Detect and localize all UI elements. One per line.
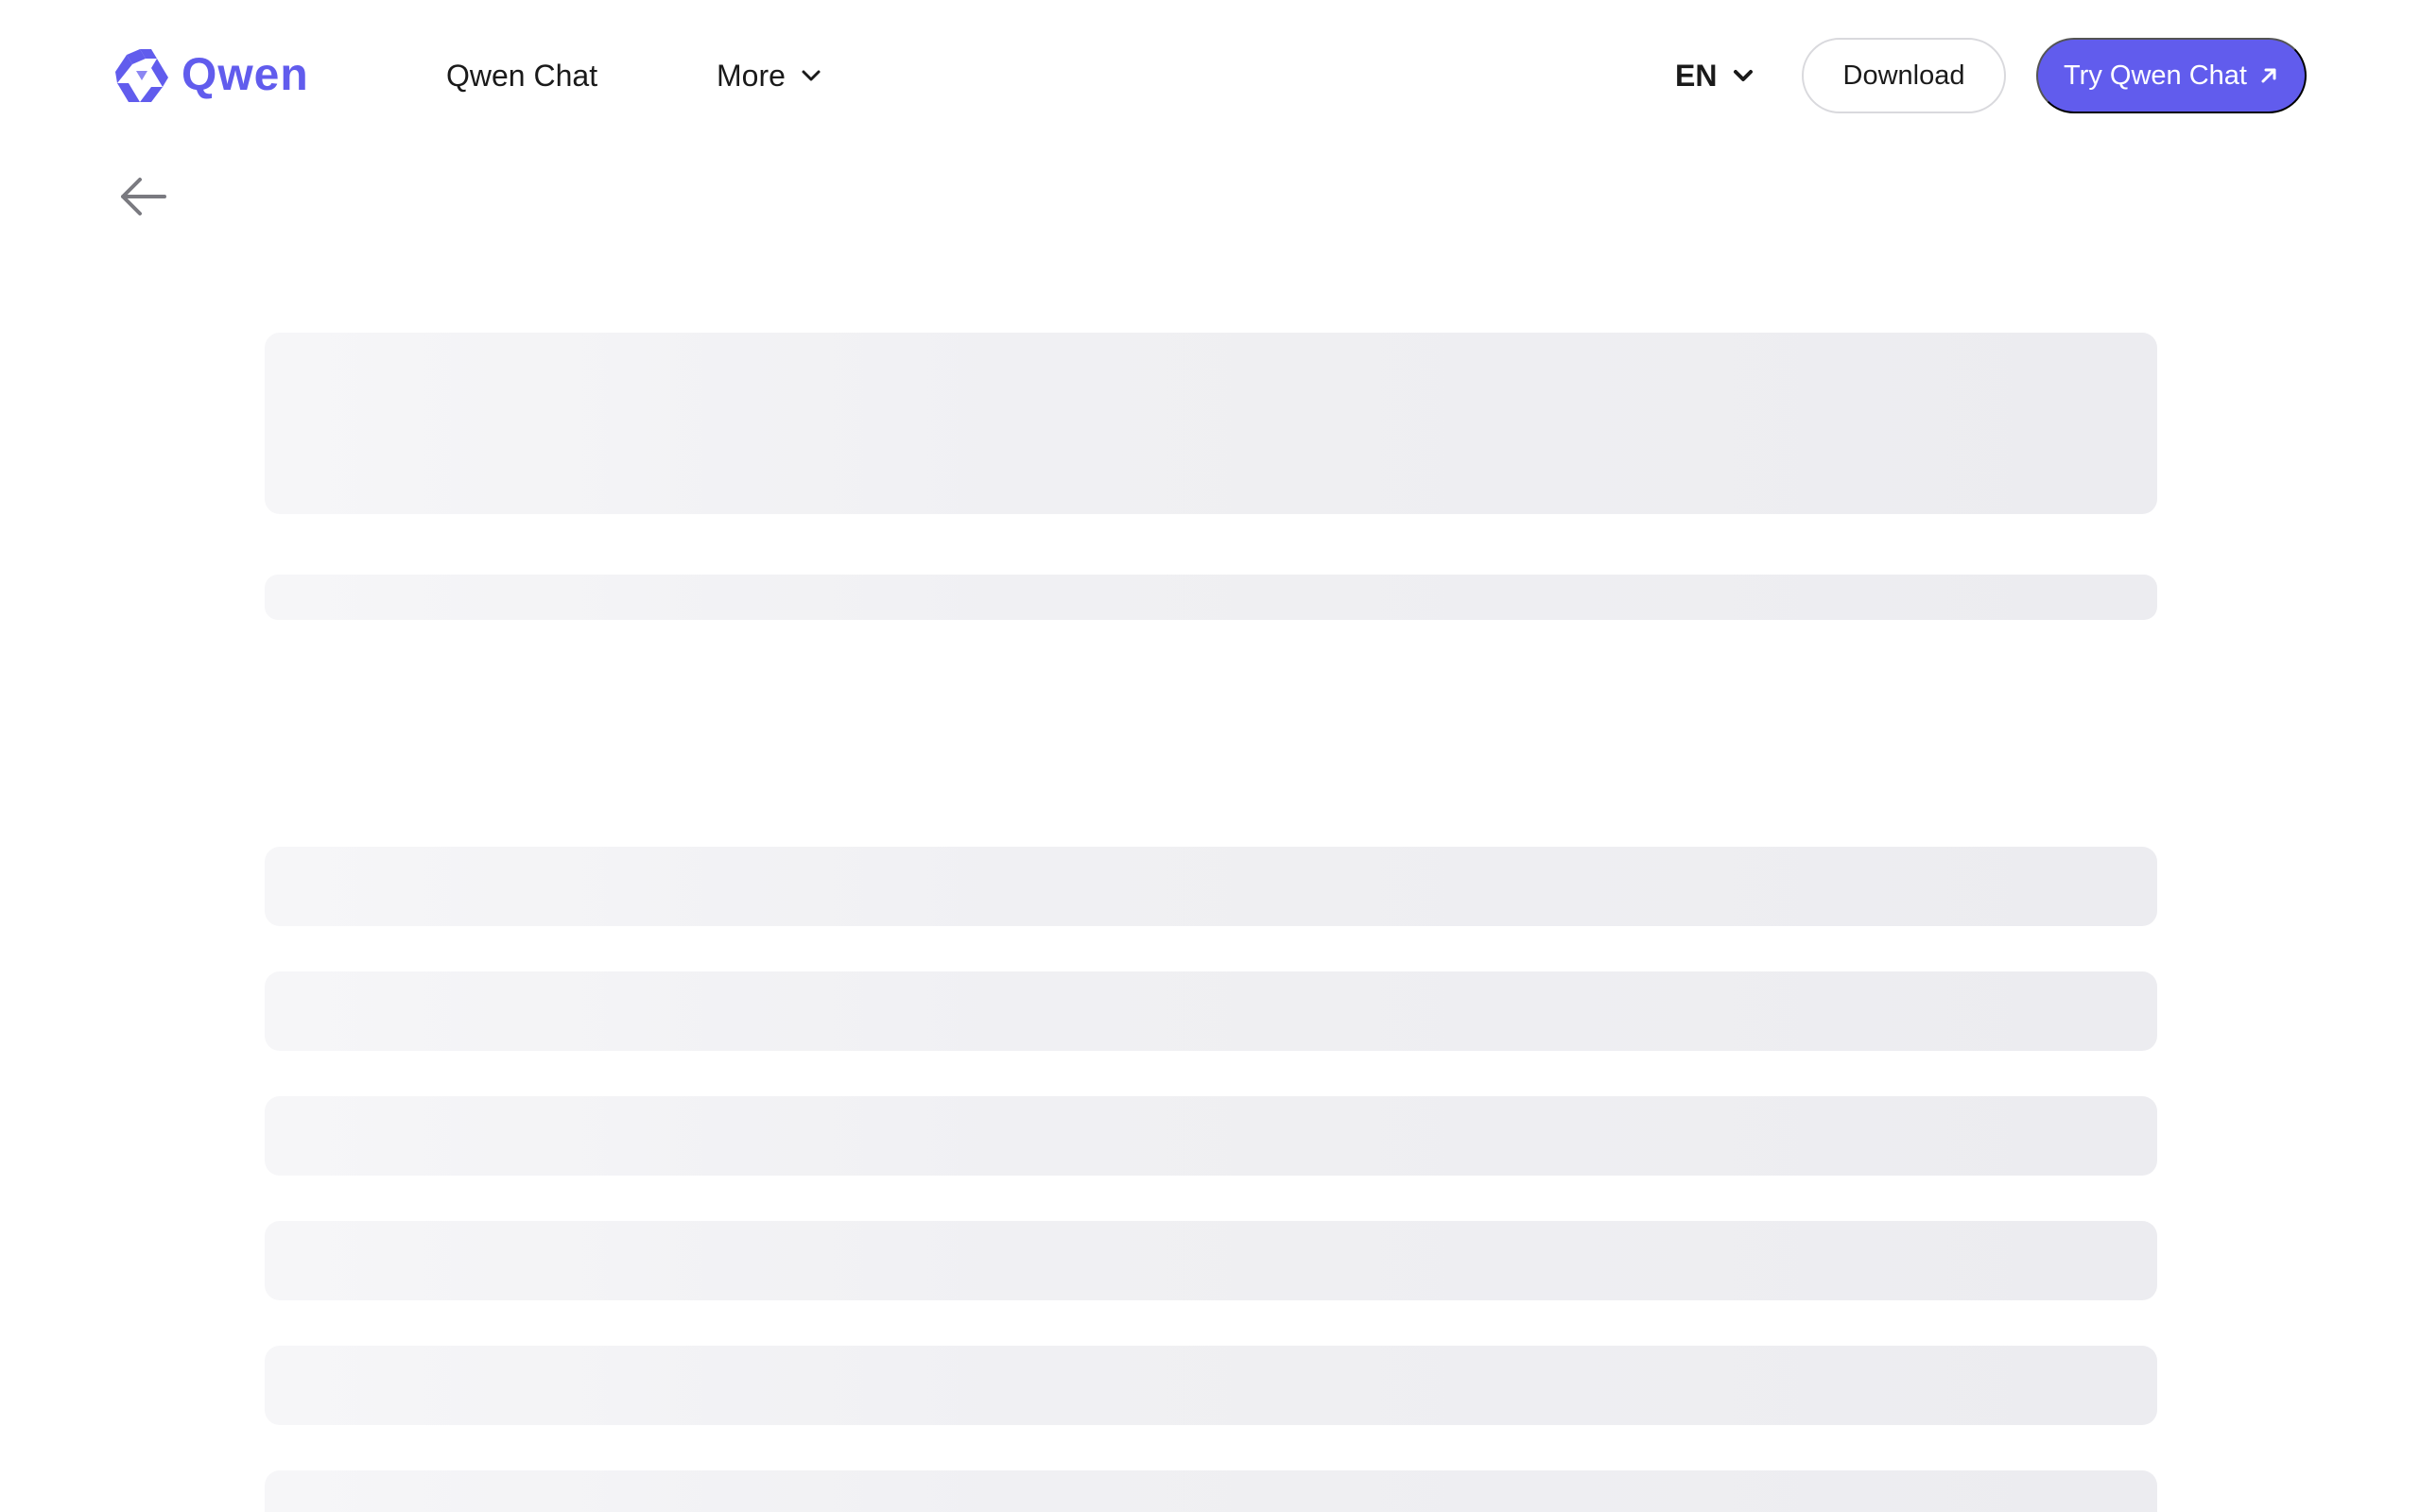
back-button[interactable] xyxy=(117,170,170,223)
language-label: EN xyxy=(1675,58,1718,93)
chevron-down-icon xyxy=(1734,70,1754,81)
qwen-logo[interactable]: Qwen xyxy=(112,45,309,106)
skeleton-line xyxy=(265,1346,2157,1425)
nav-qwen-chat-label: Qwen Chat xyxy=(446,58,598,93)
skeleton-line xyxy=(265,847,2157,926)
qwen-logo-icon xyxy=(115,49,168,102)
top-header: Qwen Qwen Chat More EN Download Try Qwen… xyxy=(0,0,2420,151)
nav-more-label: More xyxy=(717,58,786,93)
try-qwen-chat-button[interactable]: Try Qwen Chat xyxy=(2036,38,2307,113)
arrow-left-icon xyxy=(121,178,166,215)
skeleton-line xyxy=(265,1221,2157,1300)
arrow-up-right-icon xyxy=(2261,68,2276,83)
skeleton-title xyxy=(265,333,2157,514)
skeleton-line xyxy=(265,1096,2157,1176)
chevron-down-icon xyxy=(802,70,821,81)
skeleton-line xyxy=(265,1470,2157,1512)
download-button[interactable]: Download xyxy=(1802,38,2006,113)
logo-text: Qwen xyxy=(182,50,309,100)
nav-qwen-chat[interactable]: Qwen Chat xyxy=(446,49,597,102)
download-button-label: Download xyxy=(1842,60,1965,91)
skeleton-line xyxy=(265,971,2157,1051)
nav-more-dropdown[interactable]: More xyxy=(717,49,821,102)
try-qwen-chat-label: Try Qwen Chat xyxy=(2064,60,2247,91)
skeleton-subtitle xyxy=(265,575,2157,620)
language-selector[interactable]: EN xyxy=(1675,49,1754,102)
